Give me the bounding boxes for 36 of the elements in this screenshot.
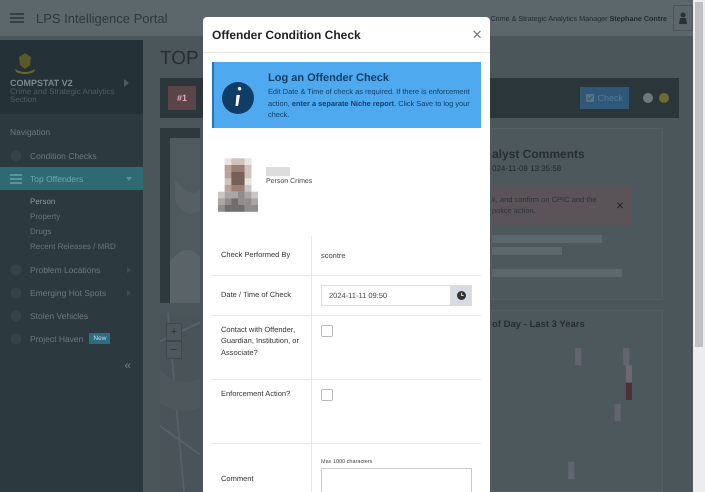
blurred-name: [266, 166, 290, 176]
clock-icon: [456, 290, 466, 300]
scrollbar[interactable]: [693, 0, 705, 492]
nav-subitem[interactable]: Drugs: [30, 224, 143, 239]
info-icon: [222, 82, 254, 114]
status-dot-icon: [643, 93, 653, 103]
crest-icon: [13, 52, 37, 74]
close-button[interactable]: ×: [616, 197, 624, 213]
scrollbar-thumb[interactable]: [695, 2, 703, 347]
close-button[interactable]: ×: [472, 26, 482, 42]
checkbox-icon: [586, 94, 594, 102]
nav-item[interactable]: Problem Locations: [0, 258, 143, 281]
app-name: COMPSTAT V2: [10, 78, 73, 88]
nav-item[interactable]: Top Offenders: [0, 167, 143, 190]
nav-item[interactable]: Stolen Vehicles: [0, 304, 143, 327]
clock-button[interactable]: [450, 284, 472, 306]
nav-subitem[interactable]: Property: [30, 209, 143, 224]
zoom-button[interactable]: −: [166, 341, 182, 359]
dialog-title: Offender Condition Check: [212, 28, 361, 42]
chevron-right-icon[interactable]: [124, 79, 129, 87]
collapse-button[interactable]: «: [124, 358, 131, 372]
user-button[interactable]: [673, 5, 693, 31]
zoom-button[interactable]: +: [166, 323, 182, 341]
rank-badge: #1: [168, 86, 196, 110]
menu-icon[interactable]: [10, 13, 24, 23]
list-icon: [10, 172, 22, 184]
checkbox[interactable]: [321, 324, 333, 336]
nav-item[interactable]: Emerging Hot Spots: [0, 281, 143, 304]
checkbox[interactable]: [321, 388, 333, 400]
person-icon: [679, 12, 687, 24]
nav-item[interactable]: Condition Checks: [0, 144, 143, 167]
status-dot-icon: [659, 93, 669, 103]
banner-title: Log an Offender Check: [268, 72, 390, 84]
nav-subitem[interactable]: Recent Releases / MRD: [30, 239, 143, 254]
nav-heading: Navigation: [9, 126, 52, 139]
nav-subitem[interactable]: Person: [30, 194, 143, 209]
